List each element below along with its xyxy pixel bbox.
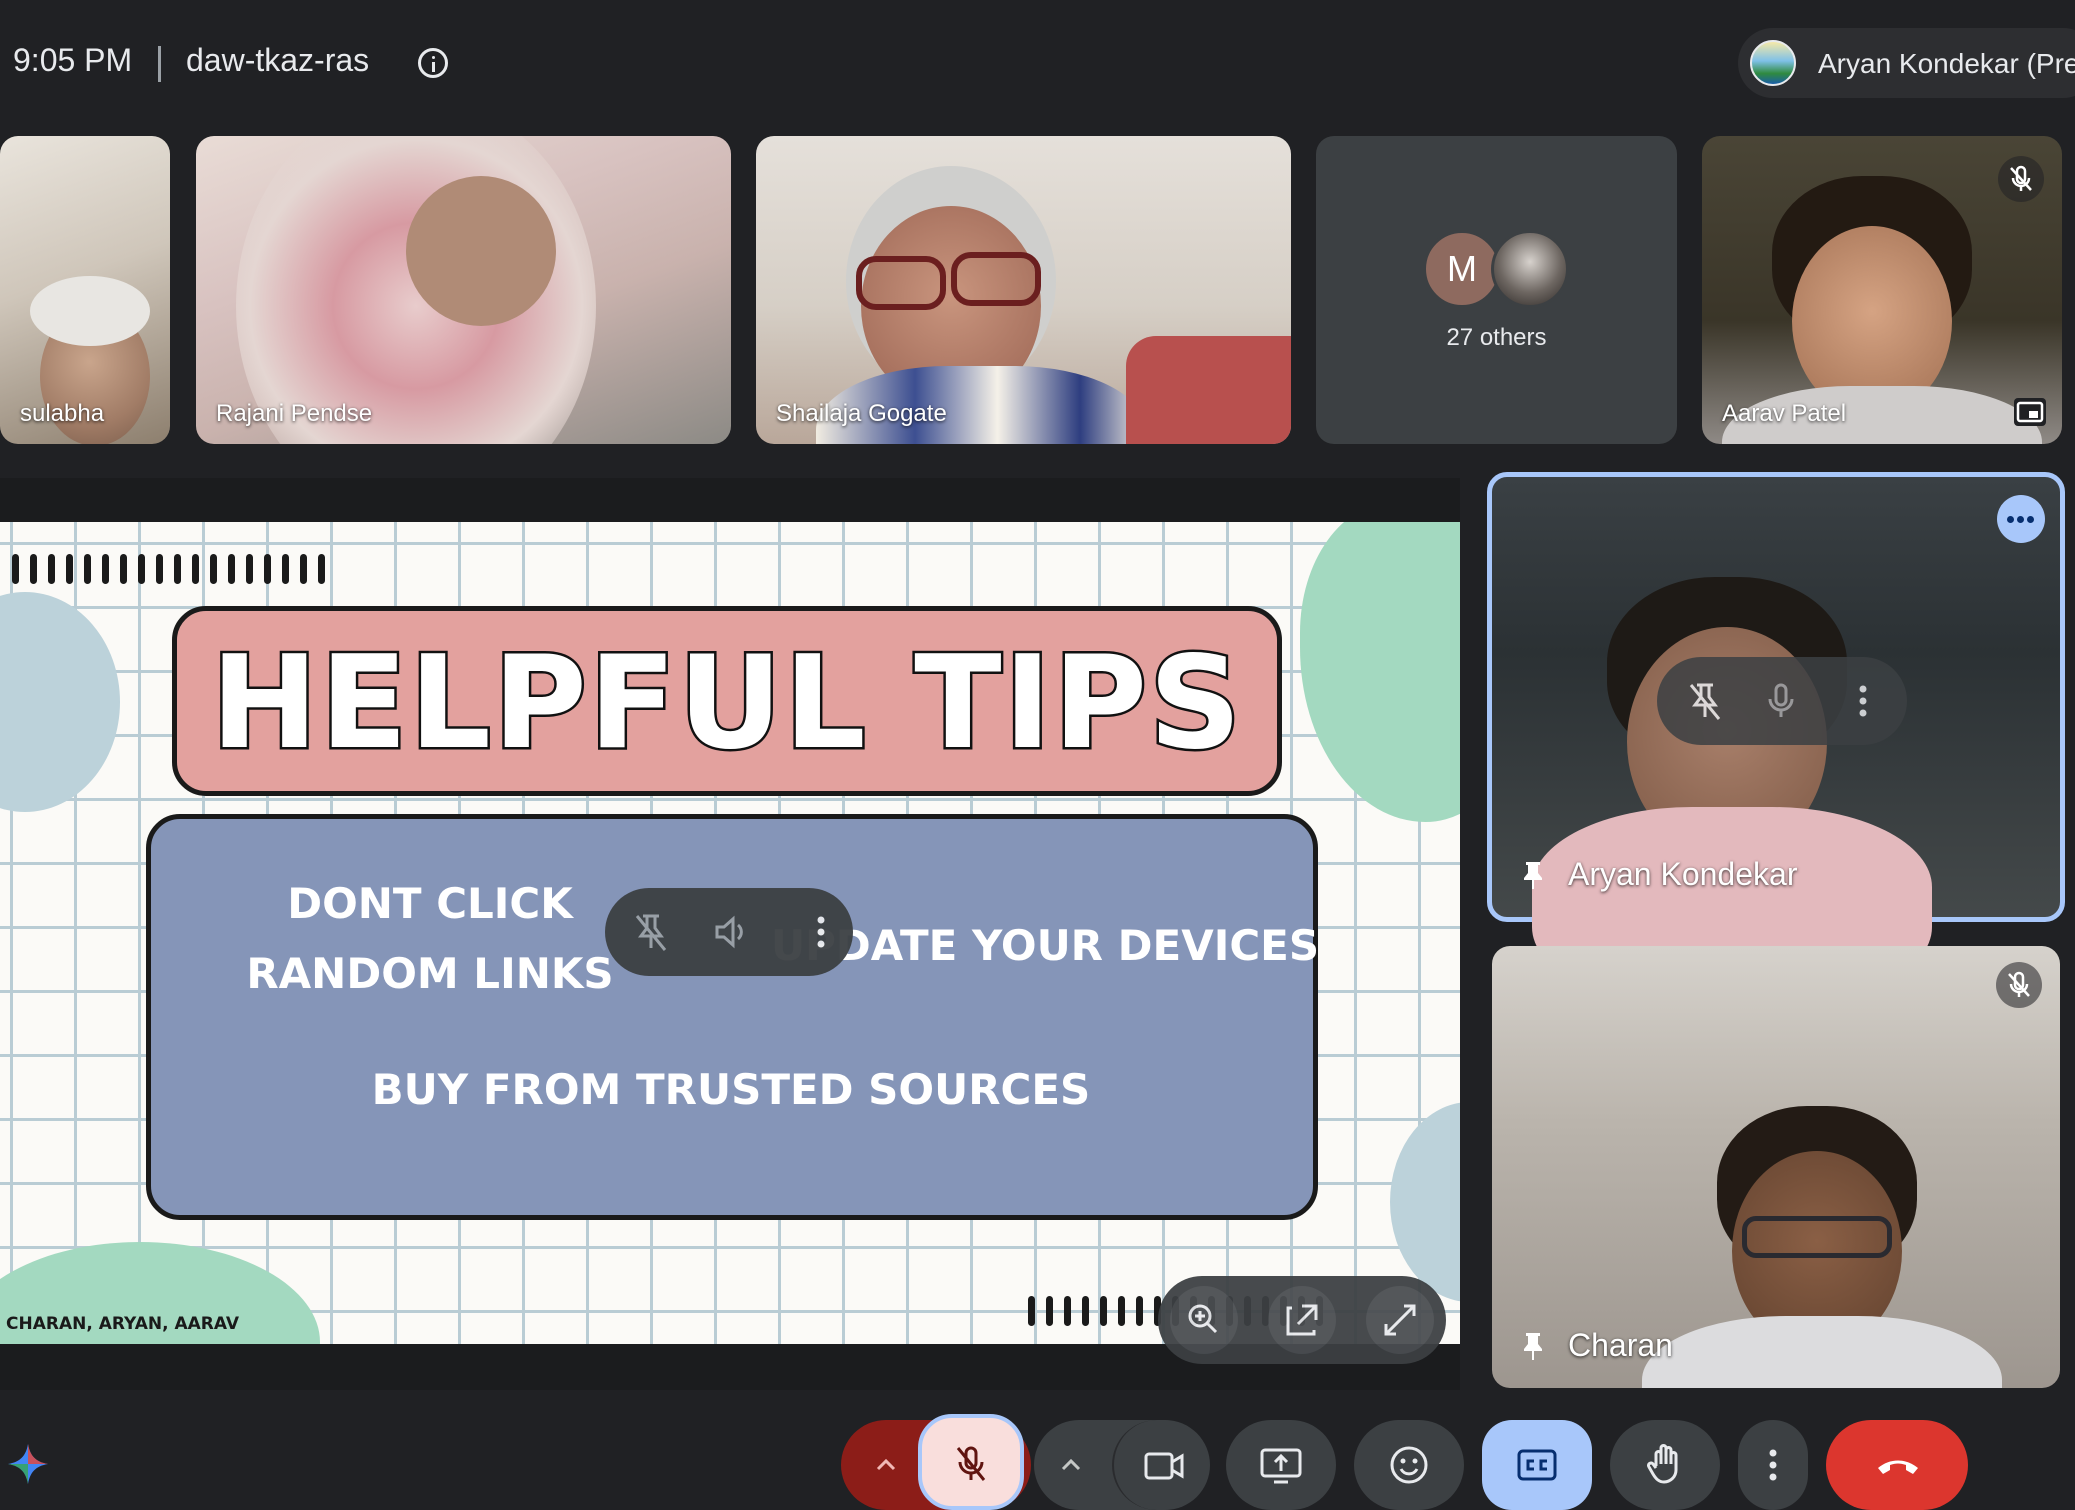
present-screen-button[interactable] <box>1226 1420 1336 1510</box>
pin-icon <box>1524 1333 1542 1360</box>
participant-clothing <box>1642 1316 2002 1388</box>
slide-tip: BUY FROM TRUSTED SOURCES <box>371 1065 1091 1114</box>
more-vert-icon[interactable] <box>1837 675 1889 732</box>
pinned-participant-tile[interactable]: Aryan Kondekar <box>1487 472 2065 1007</box>
participant-face <box>406 176 556 326</box>
participant-tile[interactable]: Shailaja Gogate <box>756 136 1291 444</box>
participant-tile[interactable]: Aarav Patel <box>1702 136 2062 444</box>
info-icon[interactable] <box>418 48 448 78</box>
participant-name: Rajani Pendse <box>216 400 373 427</box>
pinned-name-label: Aryan Kondekar <box>1522 856 1797 893</box>
mic-off-icon <box>1996 962 2042 1008</box>
unpin-icon[interactable] <box>625 906 677 963</box>
captions-button[interactable] <box>1482 1420 1592 1510</box>
mic-icon[interactable] <box>1755 675 1807 732</box>
open-new-window-button[interactable] <box>1268 1286 1336 1354</box>
glasses <box>1742 1216 1892 1258</box>
pin-icon <box>1524 862 1542 889</box>
slide-title: HELPFUL TIPS <box>208 627 1244 781</box>
camera-button[interactable] <box>1112 1420 1210 1510</box>
pinned-name-label: Charan <box>1522 1327 1673 1364</box>
more-options-icon[interactable] <box>1997 495 2045 543</box>
slide-tip: DONT CLICK <box>287 879 573 928</box>
participant-name: sulabha <box>20 400 105 427</box>
more-vert-icon[interactable] <box>795 906 847 963</box>
reactions-button[interactable] <box>1354 1420 1464 1510</box>
presenter-name: Aryan Kondekar (Pre <box>1818 48 2075 79</box>
tile-hover-controls <box>605 888 853 976</box>
participant-tile[interactable]: sulabha <box>0 136 170 444</box>
slide-title-box: HELPFUL TIPS <box>172 606 1282 796</box>
slide-body-box: DONT CLICK RANDOM LINKS UPDATE YOUR DEVI… <box>146 814 1319 1220</box>
more-options-button[interactable] <box>1738 1420 1808 1510</box>
chair <box>1126 336 1291 444</box>
avatar: M <box>1423 230 1501 308</box>
participant-name: Aryan Kondekar <box>1568 856 1798 892</box>
participant-name: Charan <box>1568 1327 1673 1363</box>
participant-name: Aarav Patel <box>1722 400 1847 427</box>
slide-tip: RANDOM LINKS <box>246 949 614 998</box>
participant-name: Shailaja Gogate <box>776 400 947 427</box>
avatar <box>1750 40 1796 86</box>
meeting-time: 9:05 PM <box>13 42 133 78</box>
others-tile[interactable]: M 27 others <box>1316 136 1677 444</box>
camera-group <box>1034 1420 1210 1510</box>
decor-blob <box>1300 522 1460 822</box>
slide-credit: CHARAN, ARYAN, AARAV <box>6 1314 240 1334</box>
glasses <box>856 256 946 310</box>
raise-hand-button[interactable] <box>1610 1420 1720 1510</box>
slide-view-controls <box>1158 1276 1446 1364</box>
camera-options-icon[interactable] <box>1054 1448 1088 1482</box>
picture-in-picture-icon[interactable] <box>2014 398 2046 426</box>
meeting-code: daw-tkaz-ras <box>186 42 370 78</box>
presenter-chip[interactable]: Aryan Kondekar (Pre <box>1738 28 2075 98</box>
decor-blob <box>0 592 120 812</box>
divider <box>158 46 161 82</box>
participant-tile[interactable]: Rajani Pendse <box>196 136 731 444</box>
decor-blob <box>1390 1102 1460 1302</box>
microphone-toggle-button[interactable] <box>918 1414 1024 1510</box>
zoom-in-button[interactable] <box>1170 1286 1238 1354</box>
mic-off-icon <box>1998 156 2044 202</box>
hair <box>30 276 150 346</box>
gemini-icon[interactable] <box>0 1436 56 1492</box>
avatar <box>1491 230 1569 308</box>
fullscreen-button[interactable] <box>1366 1286 1434 1354</box>
tile-hover-controls <box>1657 657 1907 745</box>
decor-ticks <box>12 554 325 584</box>
glasses <box>951 252 1041 306</box>
others-count: 27 others <box>1446 324 1547 351</box>
unpin-icon[interactable] <box>1679 675 1731 732</box>
leave-call-button[interactable] <box>1826 1420 1968 1510</box>
pinned-participant-tile[interactable]: Charan <box>1492 946 2060 1388</box>
volume-icon[interactable] <box>705 906 757 963</box>
